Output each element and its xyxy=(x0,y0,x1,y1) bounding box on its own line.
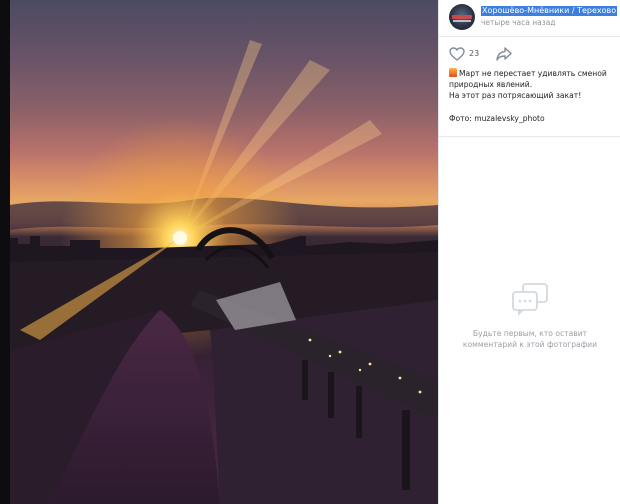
speech-bubble-icon xyxy=(512,283,548,316)
post-timestamp[interactable]: четыре часа назад xyxy=(481,18,556,28)
post-side-panel: Хорошёво-Мнёвники / Терехово четыре часа… xyxy=(438,0,620,504)
post-photo[interactable] xyxy=(10,0,438,504)
post-text-line-2: природных явлений. xyxy=(449,80,533,89)
post-text-line-3: На этот раз потрясающий закат! xyxy=(449,91,582,100)
post-text-line-1: Март не перестает удивлять сменой xyxy=(449,68,617,79)
viewer-left-gutter xyxy=(0,0,10,504)
post-text: Март не перестает удивлять сменой природ… xyxy=(449,68,617,101)
comments-empty-text: Будьте первым, кто оставит комментарий к… xyxy=(439,328,620,350)
comments-empty-line-2: комментарий к этой фотографии xyxy=(462,340,598,349)
comments-empty-line-1: Будьте первым, кто оставит xyxy=(472,329,588,338)
heart-icon[interactable] xyxy=(449,47,465,61)
share-arrow-icon[interactable] xyxy=(495,46,513,62)
comments-empty-state: Будьте первым, кто оставит комментарий к… xyxy=(439,280,620,350)
comments-divider xyxy=(439,136,620,137)
like-count: 23 xyxy=(469,49,480,58)
group-avatar[interactable] xyxy=(449,4,475,30)
photo-credit: Фото: muzalevsky_photo xyxy=(449,114,545,123)
post-header: Хорошёво-Мнёвники / Терехово четыре часа… xyxy=(439,0,620,37)
fire-emoji-icon xyxy=(449,68,457,77)
sunset-bridge-image xyxy=(10,0,438,504)
group-name-link[interactable]: Хорошёво-Мнёвники / Терехово xyxy=(481,6,618,16)
